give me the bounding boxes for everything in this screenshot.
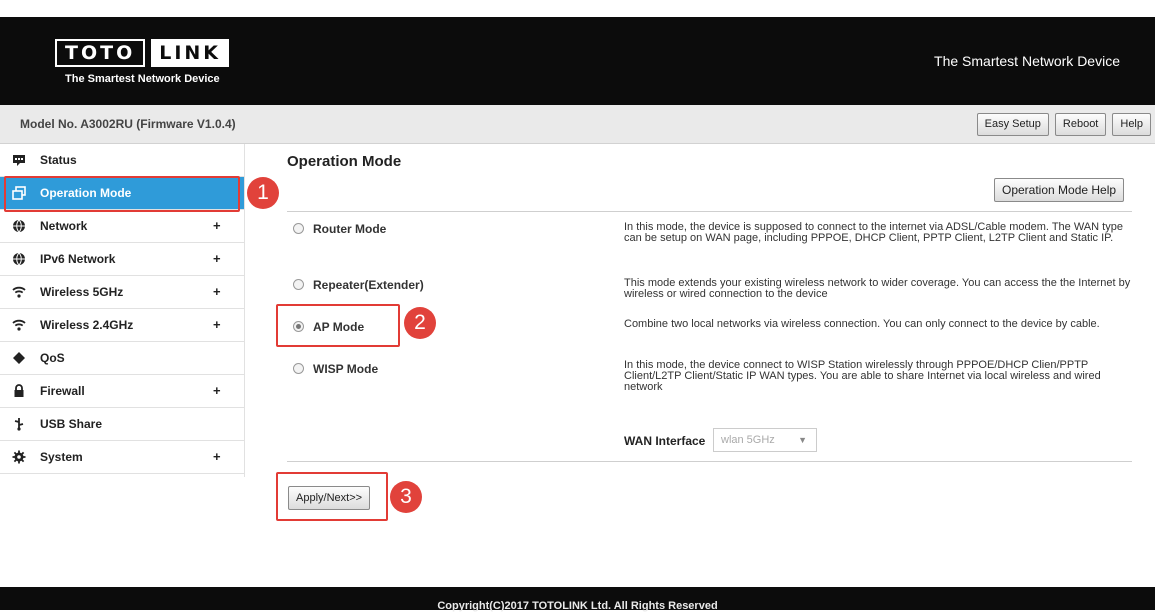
wisp-mode-radio[interactable] — [293, 363, 304, 374]
sidebar-item-qos[interactable]: QoS — [0, 342, 244, 375]
repeater-mode-label[interactable]: Repeater(Extender) — [313, 278, 424, 292]
model-number-text: Model No. A3002RU (Firmware V1.0.4) — [20, 117, 236, 131]
divider — [287, 461, 1132, 462]
chevron-down-icon: ▼ — [798, 435, 807, 445]
sidebar-item-label: IPv6 Network — [40, 252, 116, 266]
sidebar-item-label: Firewall — [40, 384, 85, 398]
sidebar-item-network[interactable]: Network + — [0, 210, 244, 243]
callout-box-1 — [4, 176, 240, 212]
logo-tagline: The Smartest Network Device — [65, 73, 220, 85]
expand-plus-icon[interactable]: + — [213, 317, 221, 332]
sidebar-item-label: Wireless 2.4GHz — [40, 318, 134, 332]
wisp-mode-description: In this mode, the device connect to WISP… — [624, 359, 1101, 393]
router-mode-radio[interactable] — [293, 223, 304, 234]
operation-mode-help-button[interactable]: Operation Mode Help — [994, 178, 1125, 202]
sidebar-item-label: System — [40, 450, 83, 464]
sidebar-item-wireless-24ghz[interactable]: Wireless 2.4GHz + — [0, 309, 244, 342]
step-badge-2: 2 — [404, 307, 436, 339]
help-button[interactable]: Help — [1112, 113, 1151, 136]
router-mode-label[interactable]: Router Mode — [313, 222, 386, 236]
callout-box-2 — [276, 304, 400, 347]
sidebar-item-ipv6-network[interactable]: IPv6 Network + — [0, 243, 244, 276]
sidebar-divider — [244, 144, 245, 477]
wan-interface-label: WAN Interface — [624, 434, 706, 448]
sidebar-item-label: Wireless 5GHz — [40, 285, 124, 299]
expand-plus-icon[interactable]: + — [213, 383, 221, 398]
step-badge-1: 1 — [247, 177, 279, 209]
sidebar-item-label: USB Share — [40, 417, 103, 431]
sidebar-item-status[interactable]: Status — [0, 144, 244, 177]
wisp-mode-label[interactable]: WISP Mode — [313, 362, 378, 376]
model-bar: Model No. A3002RU (Firmware V1.0.4) Easy… — [0, 105, 1155, 144]
status-icon — [12, 153, 26, 167]
reboot-button[interactable]: Reboot — [1054, 113, 1107, 136]
sidebar-item-system[interactable]: System + — [0, 441, 244, 474]
sidebar-item-label: QoS — [40, 351, 65, 365]
sidebar-item-label: Network — [40, 219, 88, 233]
globe-icon — [12, 219, 26, 233]
footer-bar: Copyright(C)2017 TOTOLINK Ltd. All Right… — [0, 587, 1155, 612]
sidebar-item-label: Status — [40, 153, 77, 167]
usb-icon — [12, 417, 26, 431]
header-slogan: The Smartest Network Device — [934, 53, 1120, 69]
top-button-group: Easy Setup Reboot Help — [976, 113, 1151, 136]
logo-toto-text: TOTO — [55, 39, 146, 67]
repeater-mode-description: This mode extends your existing wireless… — [624, 277, 1131, 300]
logo-link-text: LINK — [151, 39, 230, 67]
wifi-icon — [12, 318, 26, 332]
router-mode-description: In this mode, the device is supposed to … — [624, 221, 1123, 244]
globe-icon — [12, 252, 26, 266]
copyright-text: Copyright(C)2017 TOTOLINK Ltd. All Right… — [437, 600, 718, 612]
totolink-logo: TOTO LINK The Smartest Network Device — [55, 39, 230, 85]
wifi-icon — [12, 285, 26, 299]
header-bar: TOTO LINK The Smartest Network Device Th… — [0, 17, 1155, 105]
expand-plus-icon[interactable]: + — [213, 284, 221, 299]
sidebar-item-firewall[interactable]: Firewall + — [0, 375, 244, 408]
lock-icon — [12, 384, 26, 398]
expand-plus-icon[interactable]: + — [213, 218, 221, 233]
gear-icon — [12, 450, 26, 464]
page-title: Operation Mode — [287, 153, 402, 170]
wan-interface-select[interactable]: wlan 5GHz ▼ — [713, 428, 817, 452]
easy-setup-button[interactable]: Easy Setup — [976, 113, 1049, 136]
callout-box-3 — [276, 472, 388, 521]
step-badge-3: 3 — [390, 481, 422, 513]
ap-mode-description: Combine two local networks via wireless … — [624, 318, 1100, 330]
divider — [287, 211, 1132, 212]
qos-icon — [12, 351, 26, 365]
sidebar-item-usb-share[interactable]: USB Share — [0, 408, 244, 441]
repeater-mode-radio[interactable] — [293, 279, 304, 290]
sidebar-item-wireless-5ghz[interactable]: Wireless 5GHz + — [0, 276, 244, 309]
expand-plus-icon[interactable]: + — [213, 251, 221, 266]
wan-interface-value: wlan 5GHz — [721, 434, 775, 446]
expand-plus-icon[interactable]: + — [213, 449, 221, 464]
